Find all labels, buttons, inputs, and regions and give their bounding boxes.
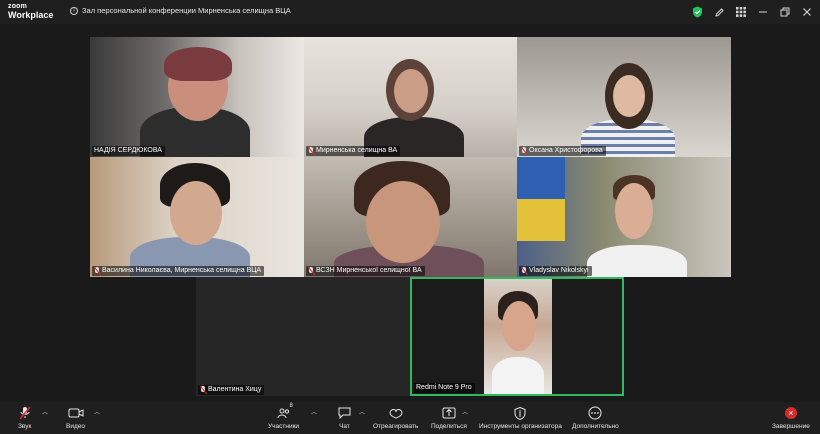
participant-video [587,245,687,277]
zoom-logo: zoom Workplace [8,3,53,20]
share-label: Поделиться [431,423,467,430]
video-camera-icon [68,405,84,421]
chat-label: Чат [339,423,350,430]
video-gallery: НАДІЯ СЕРДЮКОВА Мирненська селищна ВА Ок… [0,24,820,402]
meeting-toolbar: Звук ︿ Видео ︿ 8 Участники ︿ Чат ︿ Отреа… [0,402,820,434]
share-screen-icon [442,405,456,421]
participant-face [366,181,440,263]
more-label: Дополнительно [572,423,619,430]
mic-muted-icon [94,267,100,275]
participants-icon: 8 [277,403,293,421]
mic-muted-icon [19,405,31,421]
participant-name-label: Redmi Note 9 Pro [414,383,475,393]
participant-name-label: Мирненська селищна ВА [306,146,401,156]
video-label: Видео [66,423,85,430]
video-tile[interactable]: Мирненська селищна ВА [304,37,517,157]
video-options-chevron-icon[interactable]: ︿ [94,407,100,416]
share-options-chevron-icon[interactable]: ︿ [462,407,468,416]
logo-line-1: zoom [8,3,28,10]
audio-label: Звук [18,423,32,430]
flag-yellow [517,199,565,241]
title-bar: zoom Workplace i Зал персональной конфер… [0,0,820,24]
react-label: Отреагировать [373,423,419,430]
video-tile[interactable]: Vladyslav Nikolskyi [517,157,731,277]
more-button[interactable]: Дополнительно [572,405,619,430]
participant-face [615,183,653,239]
participants-button[interactable]: 8 Участники [268,403,300,430]
participant-video [484,279,552,394]
shield-icon [514,405,526,421]
grid-apps-icon[interactable] [732,3,750,21]
end-meeting-label: Завершение [772,423,810,430]
end-meeting-button[interactable]: × Завершение [772,405,810,430]
logo-line-2: Workplace [8,10,54,20]
security-shield-icon[interactable] [688,3,706,21]
meeting-info[interactable]: i Зал персональной конференции Мирненськ… [70,6,291,15]
meeting-title: Зал персональной конференции Мирненська … [82,6,291,15]
host-tools-button[interactable]: Инструменты организатора [479,405,562,430]
chat-options-chevron-icon[interactable]: ︿ [359,407,365,416]
info-icon[interactable]: i [70,6,78,15]
edit-pencil-icon[interactable] [710,3,728,21]
video-tile[interactable]: Валентина Хицу [196,277,410,396]
chat-button[interactable]: Чат [338,405,351,430]
participants-options-chevron-icon[interactable]: ︿ [311,407,317,416]
video-tile[interactable]: НАДІЯ СЕРДЮКОВА [90,37,304,157]
audio-button[interactable]: Звук [18,405,31,430]
participant-name-label: Валентина Хицу [198,385,265,395]
participant-name-label: Василина Николаєва, Мирненська селищна В… [92,266,265,276]
video-tile[interactable]: Оксана Христофорова [517,37,731,157]
participant-name-label: ВСЗН Мирненської селищної ВА [306,266,425,276]
participants-label: Участники [268,423,300,430]
video-button[interactable]: Видео [66,405,85,430]
participant-hair [164,47,232,81]
participant-name-label: НАДІЯ СЕРДЮКОВА [92,146,165,156]
participant-shirt [492,357,544,394]
mic-muted-icon [308,267,314,275]
minimize-icon[interactable] [754,3,772,21]
audio-options-chevron-icon[interactable]: ︿ [42,407,48,416]
end-call-icon: × [784,405,797,421]
heart-reaction-icon [389,405,403,421]
chat-bubble-icon [338,405,351,421]
window-controls [688,3,816,21]
mic-muted-icon [521,267,527,275]
video-tile[interactable]: ВСЗН Мирненської селищної ВА [304,157,517,277]
participant-name-label: Vladyslav Nikolskyi [519,266,592,276]
react-button[interactable]: Отреагировать [373,405,418,430]
flag-blue [517,157,565,199]
participant-face [613,75,645,117]
participant-name-label: Оксана Христофорова [519,146,606,156]
participants-count: 8 [289,403,293,409]
video-tile[interactable]: Василина Николаєва, Мирненська селищна В… [90,157,304,277]
mic-muted-icon [521,147,527,155]
mic-muted-icon [200,386,206,394]
close-icon[interactable] [798,3,816,21]
restore-icon[interactable] [776,3,794,21]
mic-muted-icon [308,147,314,155]
participant-face [170,181,222,245]
video-tile-active-speaker[interactable]: Redmi Note 9 Pro [410,277,624,396]
participant-face [394,69,428,113]
host-tools-label: Инструменты организатора [479,423,562,430]
more-dots-icon [588,405,602,421]
participant-face [502,301,536,351]
